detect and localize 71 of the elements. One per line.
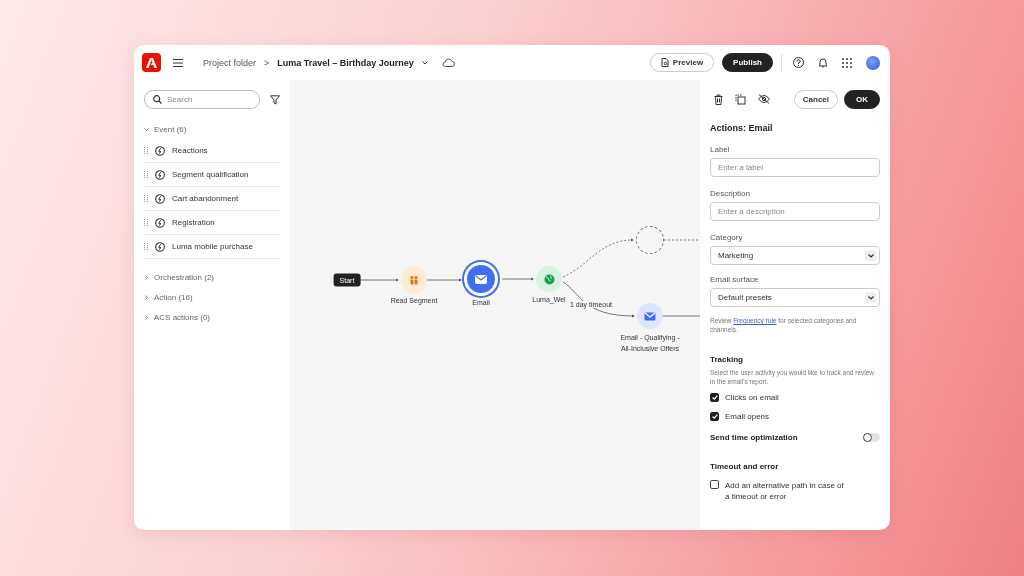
chevron-down-icon[interactable] [421,60,428,65]
chevron-right-icon [144,294,149,300]
checkbox-label: Email opens [725,411,770,421]
checkbox[interactable] [710,411,719,421]
event-item[interactable]: Luma mobile purchase [144,235,280,259]
user-avatar[interactable] [866,55,880,70]
search-icon [153,95,162,104]
section-heading: Send time optimization [710,432,798,442]
field-label: Email surface [710,275,760,284]
cancel-button[interactable]: Cancel [793,89,838,109]
envelope-icon [475,274,487,284]
globe-icon [543,273,555,285]
breadcrumb-link[interactable]: Project folder [203,57,257,68]
envelope-icon [644,311,656,321]
email-node[interactable] [637,303,663,329]
chevron-right-icon [144,314,149,320]
menu-icon[interactable] [173,58,183,67]
connector-line [663,239,700,241]
category-toggle[interactable]: Action (16) [144,287,280,307]
field-label: Description [710,189,751,198]
lightning-circle-icon [155,193,165,204]
filter-icon[interactable] [270,94,280,105]
toggle-switch[interactable] [863,432,880,442]
chevron-down-icon [867,295,874,300]
category-toggle[interactable]: Orchestration (2) [144,267,280,287]
ok-button[interactable]: OK [844,89,880,109]
publish-button[interactable]: Publish [722,53,773,72]
connector-line [662,315,700,317]
section-heading: Timeout and error [710,461,780,471]
chevron-down-icon [867,253,874,258]
lightning-circle-icon [155,241,165,252]
eye-slash-icon[interactable] [758,94,770,104]
category-toggle[interactable]: Event (6) [144,119,280,139]
panel-title: Actions: Email [710,123,774,133]
cloud-icon [441,58,455,67]
bell-icon[interactable] [818,57,828,68]
event-item[interactable]: Registration [144,211,280,235]
trash-icon[interactable] [714,93,723,105]
lightning-circle-icon [155,217,165,228]
people-icon [409,275,419,285]
category-toggle[interactable]: ACS actions (0) [144,307,280,327]
email-node[interactable] [464,262,498,296]
apps-grid-icon[interactable] [842,57,852,68]
duplicate-icon[interactable] [735,93,746,105]
chevron-down-icon [144,126,149,132]
document-search-icon [660,58,669,67]
app-logo[interactable] [142,53,161,72]
checkbox-label: Add an alternative path in case of a timeout or error [725,479,845,503]
checkbox-label: Clicks on email [725,392,779,402]
field-label: Category [710,233,744,242]
input-field[interactable]: Enter a description [710,202,880,221]
help-icon[interactable] [793,57,804,68]
lightning-circle-icon [155,145,165,156]
chevron-right-icon [144,274,149,280]
journey-title: Luma Travel – Birthday Journey [277,57,414,68]
search-field[interactable]: Search [144,90,260,109]
input-field[interactable]: Enter a label [710,158,880,177]
field-label: Label [710,145,731,154]
lightning-circle-icon [155,169,165,180]
checkbox[interactable] [710,479,719,489]
event-item[interactable]: Segment qualification [144,163,280,187]
web-node[interactable] [536,266,562,292]
breadcrumb-separator: > [264,57,270,68]
event-item[interactable]: Reactions [144,139,280,163]
preview-button[interactable]: Preview [649,53,715,72]
section-heading: Tracking [710,354,744,364]
dropdown-field[interactable]: Marketing [710,246,880,265]
segment-node[interactable] [401,267,427,293]
dropdown-field[interactable]: Default presets [710,288,880,307]
checkbox[interactable] [710,392,719,402]
event-item[interactable]: Cart abandonment [144,187,280,211]
